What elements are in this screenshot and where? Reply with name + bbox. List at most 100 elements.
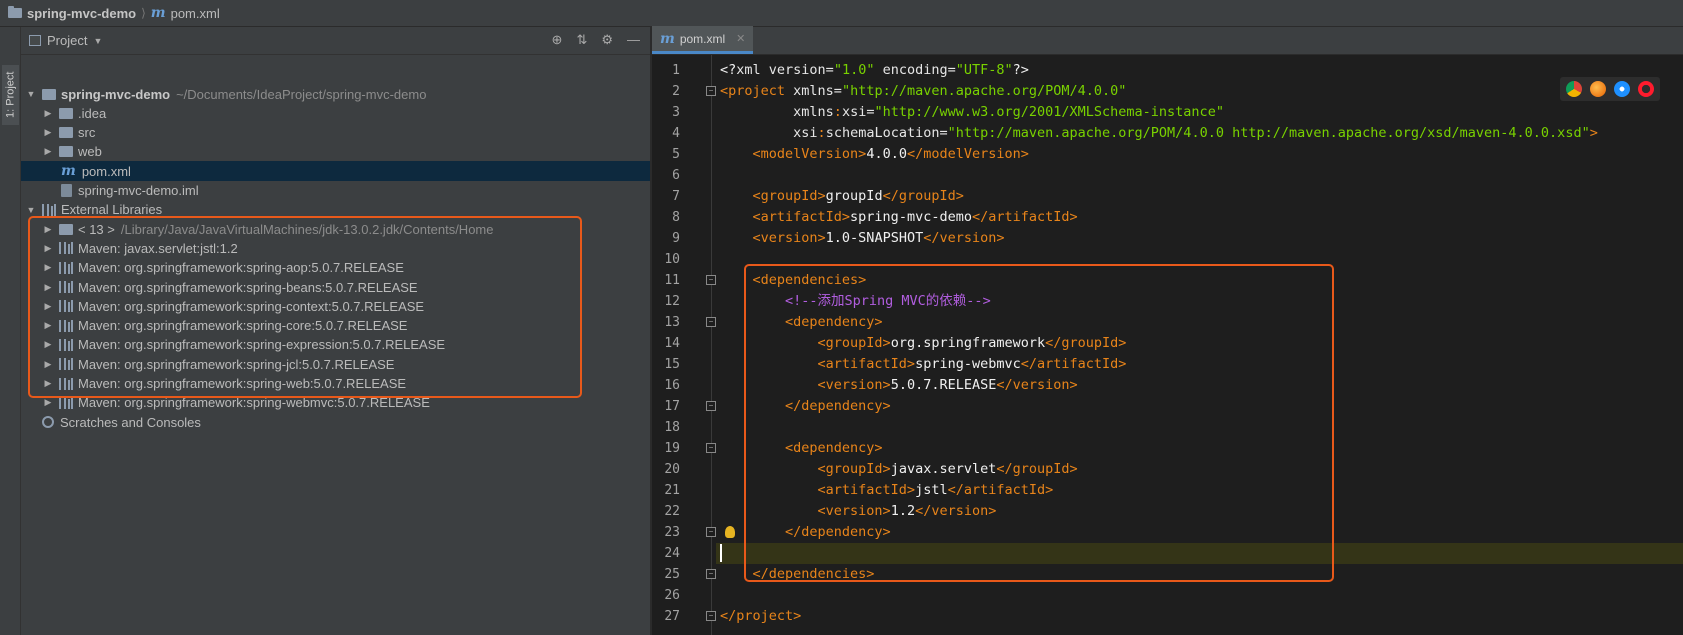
collapsed-arrow-icon[interactable]: ▶ <box>41 108 55 119</box>
expanded-arrow-icon[interactable]: ▼ <box>24 89 38 99</box>
tree-item[interactable]: ▶ Maven: org.springframework:spring-beans… <box>21 277 650 297</box>
code-line[interactable]: <version>1.0-SNAPSHOT</version> <box>716 228 1683 249</box>
code-line[interactable] <box>716 585 1683 606</box>
collapsed-arrow-icon[interactable]: ▶ <box>41 224 55 235</box>
breadcrumb-file[interactable]: pom.xml <box>171 6 220 21</box>
fold-marker-icon[interactable]: − <box>706 275 716 285</box>
line-number: 23 <box>664 525 680 540</box>
code-line[interactable]: </dependencies> <box>716 564 1683 585</box>
collapsed-arrow-icon[interactable]: ▶ <box>41 397 55 408</box>
tree-item[interactable]: ▶ .idea <box>21 103 650 123</box>
code-line[interactable]: <groupId>groupId</groupId> <box>716 186 1683 207</box>
code-line[interactable]: <!--添加Spring MVC的依赖--> <box>716 291 1683 312</box>
tree-item[interactable]: ▶ Maven: org.springframework:spring-expre… <box>21 335 650 355</box>
collapsed-arrow-icon[interactable]: ▶ <box>41 262 55 273</box>
breadcrumb-project[interactable]: spring-mvc-demo <box>27 6 136 21</box>
code-line[interactable]: <artifactId>jstl</artifactId> <box>716 480 1683 501</box>
code-line[interactable]: <version>5.0.7.RELEASE</version> <box>716 375 1683 396</box>
code-line[interactable]: <dependency> <box>716 438 1683 459</box>
tree-item[interactable]: ▶ Maven: org.springframework:spring-conte… <box>21 296 650 316</box>
tree-item[interactable]: ▶ < 13 > /Library/Java/JavaVirtualMachines… <box>21 219 650 239</box>
code-token: <artifactId> <box>720 209 851 225</box>
code-token: xmlns <box>720 104 834 120</box>
tree-item[interactable]: ▶ web <box>21 142 650 162</box>
project-tool-tab[interactable]: 1: Project <box>2 65 19 125</box>
minimize-icon[interactable]: — <box>627 32 640 48</box>
line-number: 7 <box>672 189 680 204</box>
gear-icon[interactable]: ⚙ <box>601 32 613 48</box>
tree-item[interactable]: ▶ Maven: org.springframework:spring-jcl:5… <box>21 354 650 374</box>
tree-item-label: web <box>78 144 102 160</box>
code-line[interactable]: <groupId>org.springframework</groupId> <box>716 333 1683 354</box>
library-icon <box>59 319 73 332</box>
library-icon <box>59 396 73 409</box>
locate-icon[interactable]: ⊕ <box>552 32 563 48</box>
tree-item[interactable]: ▶ Maven: javax.servlet:jstl:1.2 <box>21 238 650 258</box>
code-line[interactable] <box>716 417 1683 438</box>
collapsed-arrow-icon[interactable]: ▶ <box>41 339 55 350</box>
tree-item[interactable]: m pom.xml <box>21 161 650 182</box>
tree-item[interactable]: ▶ Maven: org.springframework:spring-web:5… <box>21 374 650 394</box>
code-line[interactable]: <project xmlns="http://maven.apache.org/… <box>716 81 1683 102</box>
code-line[interactable] <box>716 543 1683 564</box>
code-line[interactable]: <groupId>javax.servlet</groupId> <box>716 459 1683 480</box>
tree-item[interactable]: Scratches and Consoles <box>21 412 650 432</box>
line-number: 26 <box>664 588 680 603</box>
collapsed-arrow-icon[interactable]: ▶ <box>41 282 55 293</box>
close-icon[interactable]: ✕ <box>736 32 745 45</box>
expanded-arrow-icon[interactable]: ▼ <box>24 205 38 215</box>
fold-marker-icon[interactable]: − <box>706 569 716 579</box>
code-line[interactable]: <dependency> <box>716 312 1683 333</box>
code-line[interactable]: xsi:schemaLocation="http://maven.apache.… <box>716 123 1683 144</box>
ide-window: spring-mvc-demo ⟩ m pom.xml 1: Project P… <box>0 0 1683 635</box>
code-line[interactable]: <artifactId>spring-webmvc</artifactId> <box>716 354 1683 375</box>
code-line[interactable]: <version>1.2</version> <box>716 501 1683 522</box>
code-line[interactable]: <?xml version="1.0" encoding="UTF-8"?> <box>716 60 1683 81</box>
line-number: 20 <box>664 462 680 477</box>
tree-item[interactable]: ▼ External Libraries <box>21 200 650 220</box>
collapsed-arrow-icon[interactable]: ▶ <box>41 127 55 138</box>
code-area[interactable]: <?xml version="1.0" encoding="UTF-8"?> <p… <box>716 55 1683 635</box>
code-line[interactable]: <artifactId>spring-mvc-demo</artifactId> <box>716 207 1683 228</box>
code-line[interactable]: </dependency> <box>716 396 1683 417</box>
chrome-icon[interactable] <box>1566 81 1582 97</box>
fold-marker-icon[interactable]: − <box>706 443 716 453</box>
fold-marker-icon[interactable]: − <box>706 86 716 96</box>
collapsed-arrow-icon[interactable]: ▶ <box>41 243 55 254</box>
collapsed-arrow-icon[interactable]: ▶ <box>41 146 55 157</box>
tab-pom-xml[interactable]: m pom.xml ✕ <box>652 26 754 54</box>
tree-item[interactable]: spring-mvc-demo.iml <box>21 181 650 201</box>
collapsed-arrow-icon[interactable]: ▶ <box>41 301 55 312</box>
collapsed-arrow-icon[interactable]: ▶ <box>41 378 55 389</box>
project-panel-title[interactable]: Project <box>47 33 87 48</box>
chevron-down-icon[interactable]: ▼ <box>93 36 102 46</box>
tree-item[interactable]: ▶ src <box>21 123 650 143</box>
tree-item[interactable]: ▶ Maven: org.springframework:spring-aop:5… <box>21 258 650 278</box>
code-token: <!--添加Spring MVC的依赖--> <box>720 293 991 309</box>
code-token: </artifactId> <box>947 482 1054 498</box>
tree-item[interactable]: ▶ Maven: org.springframework:spring-webmv… <box>21 393 650 413</box>
collapse-all-icon[interactable]: ⇅ <box>576 32 587 48</box>
line-number: 1 <box>672 63 680 78</box>
fold-marker-icon[interactable]: − <box>706 527 716 537</box>
firefox-icon[interactable] <box>1590 81 1606 97</box>
code-line[interactable]: xmlns:xsi="http://www.w3.org/2001/XMLSch… <box>716 102 1683 123</box>
safari-icon[interactable] <box>1614 81 1630 97</box>
tree-item[interactable]: ▼ spring-mvc-demo ~/Documents/IdeaProject/… <box>21 84 650 104</box>
code-line[interactable] <box>716 165 1683 186</box>
collapsed-arrow-icon[interactable]: ▶ <box>41 359 55 370</box>
collapsed-arrow-icon[interactable]: ▶ <box>41 320 55 331</box>
opera-icon[interactable] <box>1638 81 1654 97</box>
fold-marker-icon[interactable]: − <box>706 317 716 327</box>
code-token: 1.2 <box>890 503 916 519</box>
fold-marker-icon[interactable]: − <box>706 401 716 411</box>
code-line[interactable] <box>716 249 1683 270</box>
tree-item[interactable]: ▶ Maven: org.springframework:spring-core:… <box>21 316 650 336</box>
code-token: <version> <box>720 503 891 519</box>
fold-marker-icon[interactable]: − <box>706 611 716 621</box>
code-line[interactable]: </dependency> <box>716 522 1683 543</box>
code-line[interactable]: <dependencies> <box>716 270 1683 291</box>
code-line[interactable]: </project> <box>716 606 1683 627</box>
tree-item-label: Maven: org.springframework:spring-expres… <box>78 337 446 353</box>
code-line[interactable]: <modelVersion>4.0.0</modelVersion> <box>716 144 1683 165</box>
